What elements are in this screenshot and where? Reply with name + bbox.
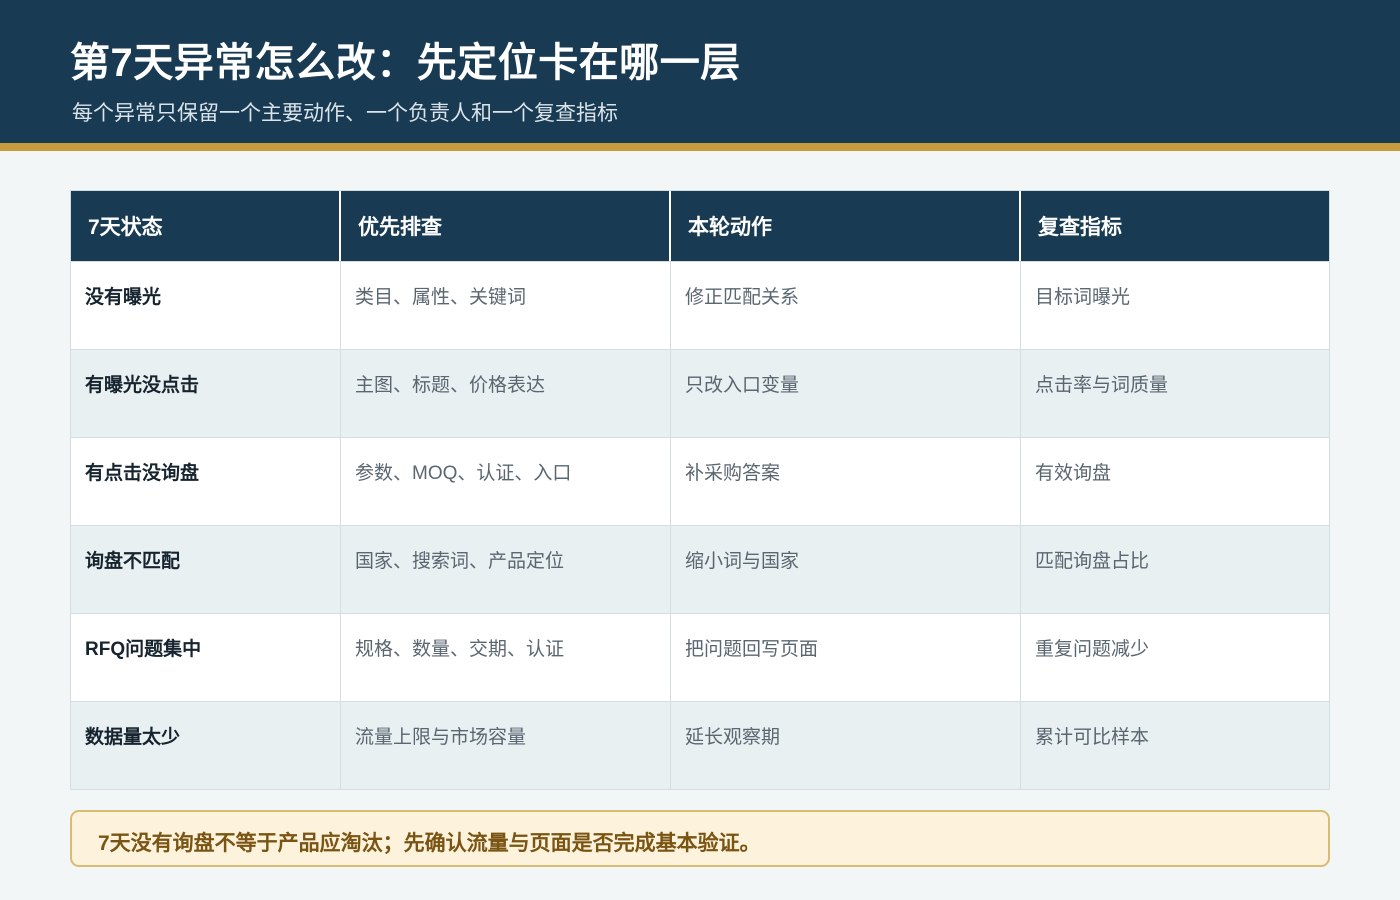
column-header-check: 优先排查 <box>341 191 671 261</box>
cell-action: 缩小词与国家 <box>671 526 1021 613</box>
cell-state: 有点击没询盘 <box>71 438 341 525</box>
cell-check: 国家、搜索词、产品定位 <box>341 526 671 613</box>
cell-action: 补采购答案 <box>671 438 1021 525</box>
column-header-metric: 复查指标 <box>1038 216 1122 239</box>
cell-check: 主图、标题、价格表达 <box>341 350 671 437</box>
table-row: RFQ问题集中 规格、数量、交期、认证 把问题回写页面 重复问题减少 <box>71 613 1329 701</box>
cell-action: 修正匹配关系 <box>671 262 1021 349</box>
cell-state: 询盘不匹配 <box>71 526 341 613</box>
cell-action: 延长观察期 <box>671 702 1021 789</box>
footnote-callout: 7天没有询盘不等于产品应淘汰；先确认流量与页面是否完成基本验证。 <box>70 810 1330 867</box>
cell-check: 规格、数量、交期、认证 <box>341 614 671 701</box>
column-header-state: 7天状态 <box>71 191 341 261</box>
cell-state: 数据量太少 <box>71 702 341 789</box>
page-title: 第7天异常怎么改：先定位卡在哪一层 <box>70 41 741 85</box>
cell-action: 只改入口变量 <box>671 350 1021 437</box>
cell-metric: 有效询盘 <box>1035 463 1112 484</box>
cell-metric: 累计可比样本 <box>1035 727 1150 748</box>
table-row: 有点击没询盘 参数、MOQ、认证、入口 补采购答案 有效询盘 <box>71 437 1329 525</box>
cell-metric: 重复问题减少 <box>1035 639 1150 660</box>
table-header-row: 7天状态 优先排查 本轮动作 复查指标 <box>71 191 1329 261</box>
cell-check: 参数、MOQ、认证、入口 <box>341 438 671 525</box>
cell-action: 把问题回写页面 <box>671 614 1021 701</box>
anomaly-table: 7天状态 优先排查 本轮动作 复查指标 没有曝光 类目、属性、关键词 修正匹配关… <box>70 190 1330 790</box>
header-accent-stripe <box>0 143 1400 151</box>
page-header: 第7天异常怎么改：先定位卡在哪一层 每个异常只保留一个主要动作、一个负责人和一个… <box>0 0 1400 143</box>
cell-state: RFQ问题集中 <box>71 614 341 701</box>
table-row: 询盘不匹配 国家、搜索词、产品定位 缩小词与国家 匹配询盘占比 <box>71 525 1329 613</box>
cell-check: 类目、属性、关键词 <box>341 262 671 349</box>
cell-metric: 匹配询盘占比 <box>1035 551 1150 572</box>
table-row: 有曝光没点击 主图、标题、价格表达 只改入口变量 点击率与词质量 <box>71 349 1329 437</box>
table-row: 数据量太少 流量上限与市场容量 延长观察期 累计可比样本 <box>71 701 1329 789</box>
cell-state: 没有曝光 <box>71 262 341 349</box>
column-header-action: 本轮动作 <box>671 191 1021 261</box>
page-subtitle: 每个异常只保留一个主要动作、一个负责人和一个复查指标 <box>72 102 618 125</box>
cell-metric: 目标词曝光 <box>1035 287 1131 308</box>
table-row: 没有曝光 类目、属性、关键词 修正匹配关系 目标词曝光 <box>71 261 1329 349</box>
cell-check: 流量上限与市场容量 <box>341 702 671 789</box>
cell-state: 有曝光没点击 <box>71 350 341 437</box>
cell-metric: 点击率与词质量 <box>1035 375 1169 396</box>
